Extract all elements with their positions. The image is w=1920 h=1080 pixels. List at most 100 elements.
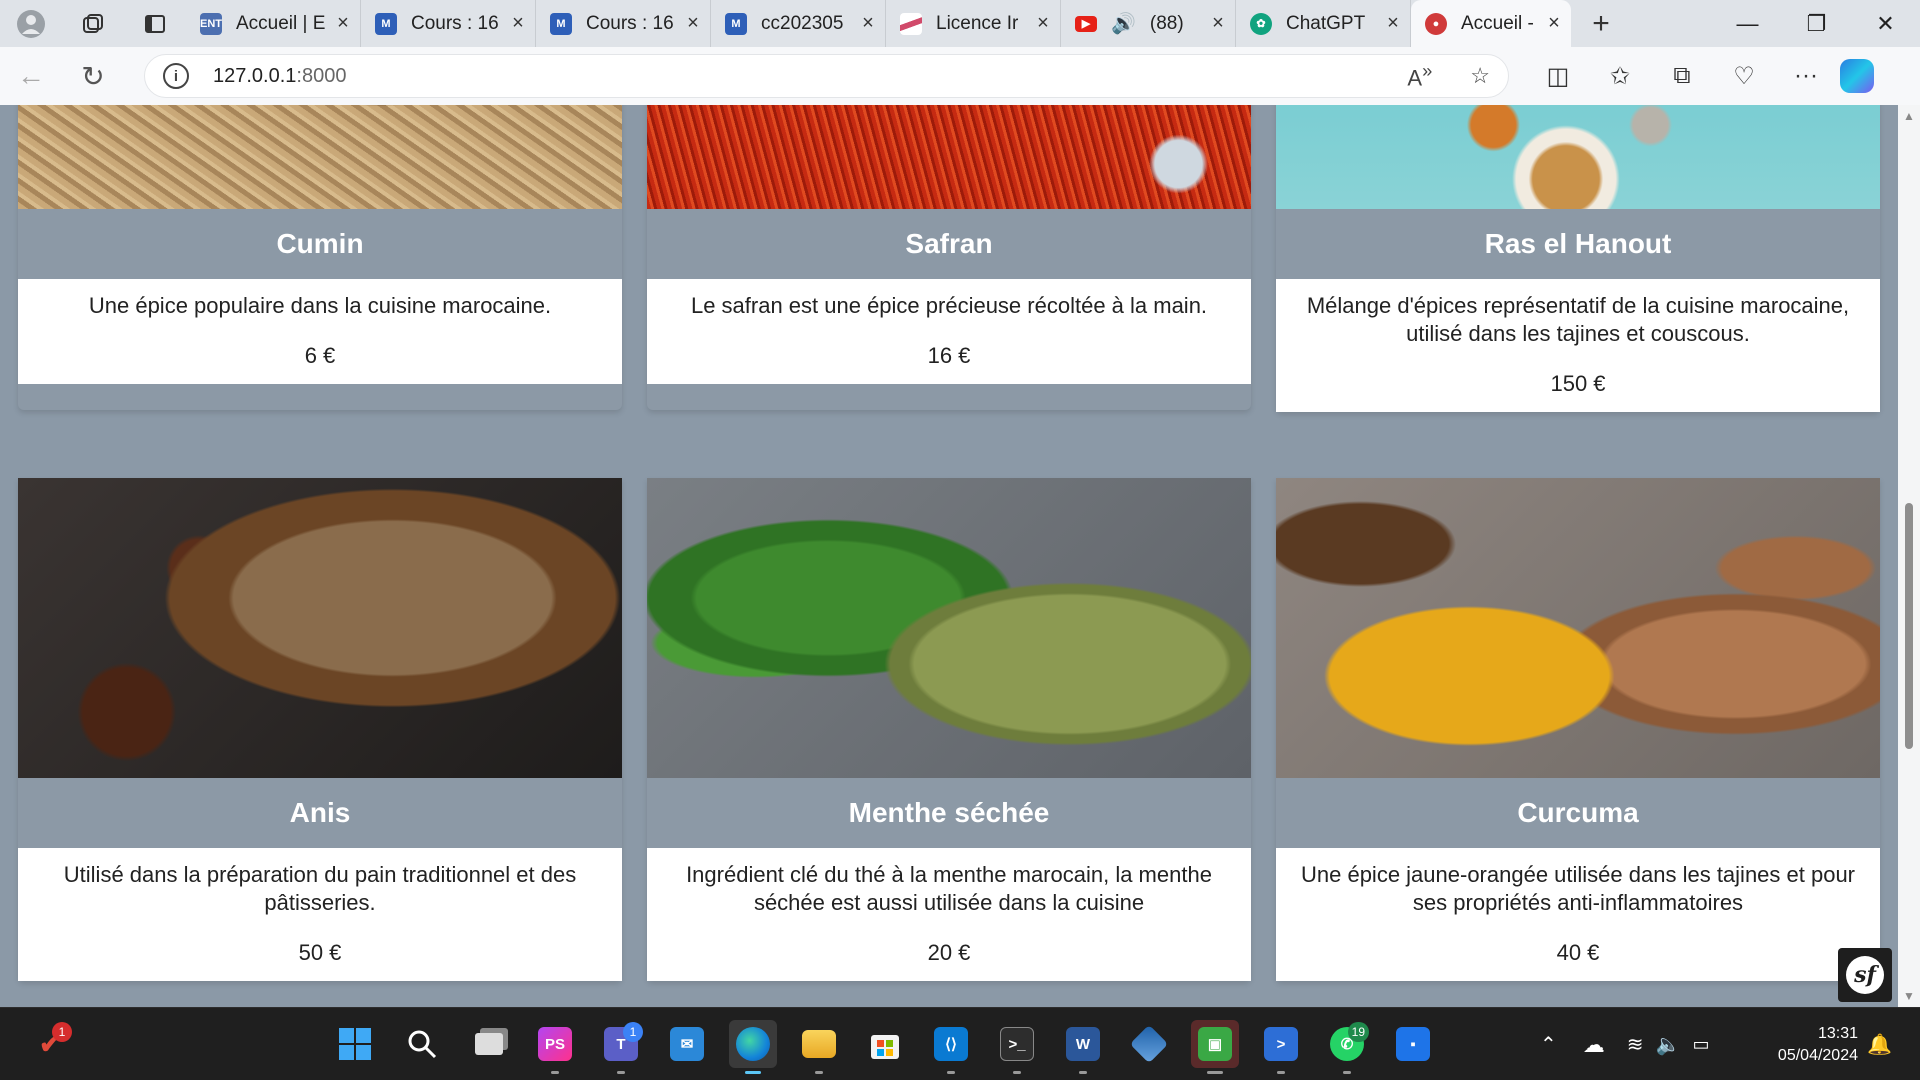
close-icon[interactable]: × [1384, 12, 1402, 35]
notes-app-button[interactable]: ▪ [1389, 1020, 1437, 1068]
url-text[interactable]: 127.0.0.1:8000 [213, 65, 1369, 88]
terminal-button[interactable]: >_ [993, 1020, 1041, 1074]
product-body: Le safran est une épice précieuse récolt… [647, 279, 1251, 384]
scrollbar-thumb[interactable] [1905, 503, 1913, 749]
notification-bell-icon[interactable]: 🔔 [1867, 1032, 1892, 1057]
toolbar-icons: ◫ ✩ ⧉ ♡ ··· [1527, 47, 1877, 105]
youtube-icon: ▶ [1075, 15, 1097, 32]
new-tab-button[interactable]: + [1571, 7, 1631, 41]
collections-button[interactable]: ⧉ [1651, 47, 1713, 105]
whatsapp-button[interactable]: ✆ 19 [1323, 1020, 1371, 1074]
minimize-button[interactable]: — [1713, 0, 1782, 47]
start-button[interactable] [331, 1020, 379, 1068]
tab-actions-button[interactable] [124, 0, 186, 47]
address-bar[interactable]: i 127.0.0.1:8000 A» ☆ [144, 54, 1509, 98]
product-card[interactable]: Cumin Une épice populaire dans la cuisin… [18, 105, 622, 410]
onedrive-icon[interactable]: ☁ [1583, 1032, 1605, 1058]
browser-tab-active[interactable]: ● Accueil - × [1411, 0, 1571, 47]
symfony-toolbar-toggle[interactable]: sf [1838, 948, 1892, 1002]
close-icon[interactable]: × [684, 12, 702, 35]
product-body: Ingrédient clé du thé à la menthe maroca… [647, 848, 1251, 981]
word-button[interactable]: W [1059, 1020, 1107, 1074]
tab-title: (88) [1149, 12, 1184, 34]
browser-tab[interactable]: M cc202305 × [711, 0, 886, 47]
teams-button[interactable]: T 1 [597, 1020, 645, 1074]
split-screen-icon: ◫ [1546, 62, 1570, 90]
card-footer [18, 384, 622, 410]
volume-icon[interactable]: 🔈 [1656, 1032, 1681, 1057]
search-button[interactable] [398, 1020, 446, 1068]
remote-desktop-icon: ▣ [1198, 1027, 1232, 1061]
copilot-button[interactable] [1837, 47, 1877, 105]
browser-tab[interactable]: ✿ ChatGPT × [1236, 0, 1411, 47]
remote-desktop-button[interactable]: ▣ [1191, 1020, 1239, 1074]
product-image-curcuma [1276, 478, 1880, 778]
speaker-icon[interactable]: 🔊 [1111, 11, 1136, 36]
split-screen-button[interactable]: ◫ [1527, 47, 1589, 105]
system-tray: ⌃ ☁ ≋ 🔈 ▭ [1540, 1008, 1709, 1080]
product-card[interactable]: Menthe séchée Ingrédient clé du thé à la… [647, 478, 1251, 981]
mail-button[interactable]: ✉ [663, 1020, 711, 1068]
vscode-button[interactable]: ⟨⟩ [927, 1020, 975, 1074]
page-content: Cumin Une épice populaire dans la cuisin… [0, 105, 1898, 1007]
browser-tab[interactable]: M Cours : 16 × [536, 0, 711, 47]
product-price: 150 € [1550, 371, 1606, 396]
virtualbox-button[interactable] [1125, 1020, 1173, 1068]
scroll-up-arrow-icon[interactable]: ▲ [1898, 105, 1920, 127]
symfony-icon: sf [1846, 956, 1884, 994]
wifi-icon[interactable]: ≋ [1627, 1032, 1644, 1057]
browser-tab[interactable]: Licence Ir × [886, 0, 1061, 47]
settings-menu-button[interactable]: ··· [1775, 47, 1837, 105]
product-card[interactable]: Anis Utilisé dans la préparation du pain… [18, 478, 622, 981]
system-clock[interactable]: 13:31 05/04/2024 [1778, 1023, 1858, 1067]
product-description: Mélange d'épices représentatif de la cui… [1306, 293, 1850, 346]
close-window-button[interactable]: ✕ [1851, 0, 1920, 47]
task-view-button[interactable] [465, 1020, 513, 1068]
file-explorer-button[interactable] [795, 1020, 843, 1074]
close-icon[interactable]: × [859, 12, 877, 35]
app-icon: ● [1425, 12, 1447, 35]
edge-button[interactable] [729, 1020, 777, 1074]
close-icon[interactable]: × [1209, 12, 1227, 35]
browser-tab[interactable]: ENT Accueil | E × [186, 0, 361, 47]
defender-button[interactable]: ✔ 1 [26, 1020, 74, 1068]
restore-button[interactable]: ❐ [1782, 0, 1851, 47]
browser-essentials-button[interactable]: ♡ [1713, 47, 1775, 105]
read-aloud-icon[interactable]: A» [1407, 60, 1432, 91]
product-card[interactable]: Curcuma Une épice jaune-orangée utilisée… [1276, 478, 1880, 981]
refresh-button[interactable]: ↻ [62, 47, 124, 105]
mail-icon: ✉ [670, 1027, 704, 1061]
store-button[interactable] [861, 1020, 909, 1068]
profile-button[interactable] [0, 0, 62, 47]
scroll-down-arrow-icon[interactable]: ▼ [1898, 985, 1920, 1007]
close-icon[interactable]: × [1545, 12, 1563, 35]
product-image-menthe-sechee [647, 478, 1251, 778]
chevron-up-icon[interactable]: ⌃ [1540, 1032, 1557, 1057]
product-card[interactable]: Safran Le safran est une épice précieuse… [647, 105, 1251, 410]
back-button[interactable]: ← [0, 47, 62, 105]
windows-taskbar: ✔ 1 PS T 1 ✉ ⟨⟩ >_ W ▣ > ✆ 19 ▪ ⌃ ☁ ≋ 🔈 … [0, 1007, 1920, 1080]
site-info-icon[interactable]: i [163, 63, 189, 89]
favorite-star-icon[interactable]: ☆ [1470, 63, 1490, 89]
workspaces-button[interactable] [62, 0, 124, 47]
moodle-icon: M [375, 12, 397, 35]
clock-date: 05/04/2024 [1777, 1047, 1858, 1064]
close-icon[interactable]: × [334, 12, 352, 35]
notification-badge: 1 [52, 1022, 72, 1042]
back-arrow-icon: ← [17, 60, 45, 91]
browser-tab[interactable]: M Cours : 16 × [361, 0, 536, 47]
notification-badge: 19 [1347, 1022, 1369, 1042]
powershell-button[interactable]: > [1257, 1020, 1305, 1074]
page-scrollbar[interactable]: ▲ ▼ [1898, 105, 1920, 1007]
close-icon: ✕ [1876, 10, 1895, 36]
browser-tab[interactable]: ▶ 🔊 (88) × [1061, 0, 1236, 47]
battery-icon[interactable]: ▭ [1692, 1034, 1709, 1055]
close-icon[interactable]: × [1034, 12, 1052, 35]
product-price: 40 € [1556, 940, 1600, 965]
phpstorm-button[interactable]: PS [531, 1020, 579, 1074]
product-card[interactable]: Ras el Hanout Mélange d'épices représent… [1276, 105, 1880, 412]
favorites-button[interactable]: ✩ [1589, 47, 1651, 105]
close-icon[interactable]: × [509, 12, 527, 35]
vscode-icon: ⟨⟩ [934, 1027, 968, 1061]
product-name: Menthe séchée [848, 797, 1050, 828]
